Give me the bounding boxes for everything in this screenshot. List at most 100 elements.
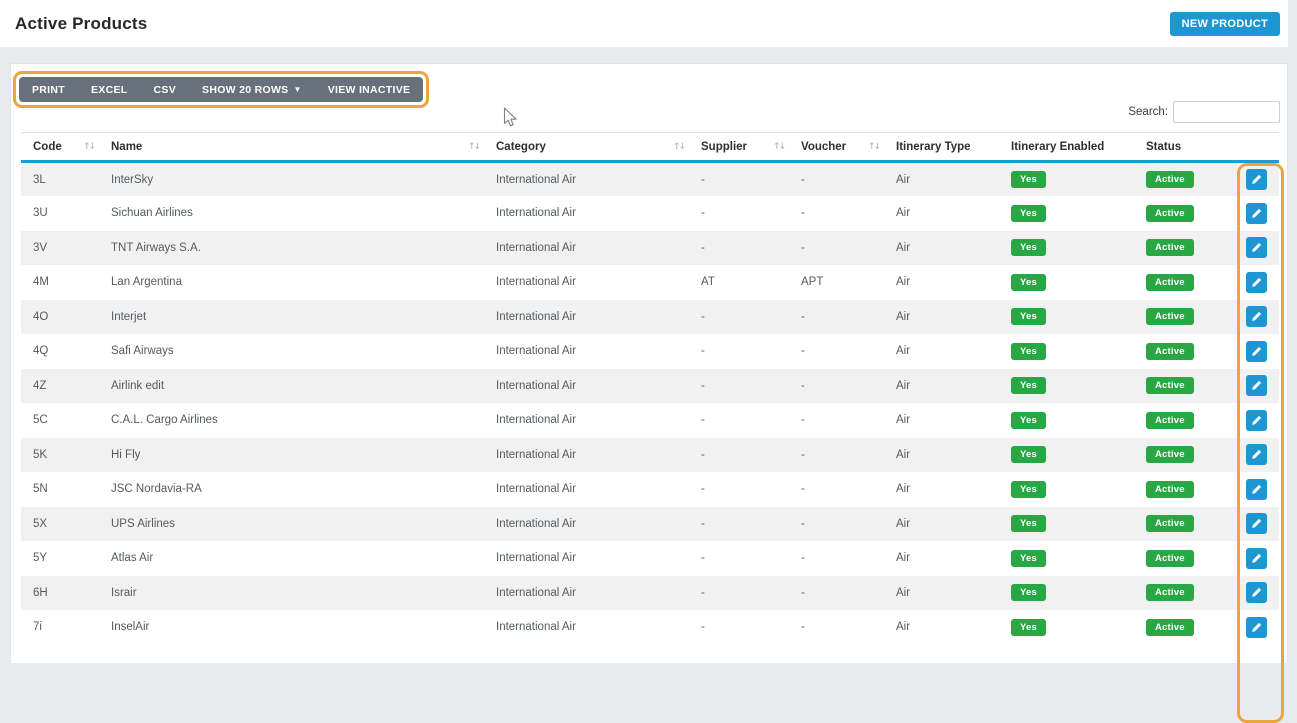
cell-name: C.A.L. Cargo Airlines: [99, 403, 484, 438]
column-header-name[interactable]: Name↑↓: [99, 133, 484, 162]
cell-itinerary-enabled: Yes: [999, 403, 1134, 438]
pencil-icon: [1251, 415, 1262, 426]
table-row: 3VTNT Airways S.A.International Air--Air…: [21, 231, 1279, 266]
edit-button[interactable]: [1246, 272, 1267, 293]
pencil-icon: [1251, 346, 1262, 357]
sort-icon: ↑↓: [868, 142, 879, 152]
status-badge: Active: [1146, 274, 1194, 291]
edit-button[interactable]: [1246, 479, 1267, 500]
edit-button[interactable]: [1246, 237, 1267, 258]
cell-category: International Air: [484, 610, 689, 645]
edit-button[interactable]: [1246, 375, 1267, 396]
cell-itinerary-enabled: Yes: [999, 231, 1134, 266]
column-header-supplier[interactable]: Supplier↑↓: [689, 133, 789, 162]
cell-code: 3U: [21, 196, 99, 231]
cell-category: International Air: [484, 576, 689, 611]
pencil-icon: [1251, 518, 1262, 529]
cell-status: Active: [1134, 403, 1234, 438]
toolbar-button-view-inactive[interactable]: VIEW INACTIVE: [315, 77, 424, 102]
pencil-icon: [1251, 622, 1262, 633]
cell-itinerary-enabled: Yes: [999, 541, 1134, 576]
cell-voucher: -: [789, 438, 884, 473]
cell-voucher: -: [789, 231, 884, 266]
edit-button[interactable]: [1246, 410, 1267, 431]
edit-button[interactable]: [1246, 548, 1267, 569]
cell-itinerary-type: Air: [884, 403, 999, 438]
cell-voucher: -: [789, 369, 884, 404]
cell-code: 4Q: [21, 334, 99, 369]
cell-itinerary-type: Air: [884, 231, 999, 266]
cell-status: Active: [1134, 300, 1234, 335]
cell-category: International Air: [484, 403, 689, 438]
column-header-actions: [1234, 133, 1279, 162]
column-header-code[interactable]: Code↑↓: [21, 133, 99, 162]
products-table: Code↑↓Name↑↓Category↑↓Supplier↑↓ Voucher ↑…: [21, 132, 1279, 645]
column-header-category[interactable]: Category↑↓: [484, 133, 689, 162]
itinerary-enabled-badge: Yes: [1011, 550, 1046, 567]
cell-code: 6H: [21, 576, 99, 611]
toolbar-button-print[interactable]: PRINT: [19, 77, 78, 102]
column-header-label: Voucher: [801, 141, 846, 153]
table-row: 4QSafi AirwaysInternational Air--AirYesA…: [21, 334, 1279, 369]
cell-status: Active: [1134, 369, 1234, 404]
edit-button[interactable]: [1246, 306, 1267, 327]
cell-name: Hi Fly: [99, 438, 484, 473]
toolbar-button-show-20-rows[interactable]: SHOW 20 ROWS▼: [189, 77, 315, 102]
table-toolbar: PRINTEXCELCSVSHOW 20 ROWS▼VIEW INACTIVE: [19, 77, 423, 102]
cell-voucher: -: [789, 162, 884, 197]
cell-category: International Air: [484, 472, 689, 507]
cell-supplier: -: [689, 300, 789, 335]
column-header-label: Code: [33, 141, 62, 153]
cell-itinerary-type: Air: [884, 541, 999, 576]
table-header: Code↑↓Name↑↓Category↑↓Supplier↑↓ Voucher ↑…: [21, 133, 1279, 162]
table-row: 5NJSC Nordavia-RAInternational Air--AirY…: [21, 472, 1279, 507]
edit-button[interactable]: [1246, 203, 1267, 224]
cell-itinerary-enabled: Yes: [999, 576, 1134, 611]
table-row: 4MLan ArgentinaInternational AirATAPTAir…: [21, 265, 1279, 300]
cell-supplier: -: [689, 541, 789, 576]
edit-button[interactable]: [1246, 341, 1267, 362]
cell-name: TNT Airways S.A.: [99, 231, 484, 266]
edit-button[interactable]: [1246, 444, 1267, 465]
cell-supplier: -: [689, 438, 789, 473]
search-input[interactable]: [1173, 101, 1280, 123]
status-badge: Active: [1146, 377, 1194, 394]
itinerary-enabled-badge: Yes: [1011, 515, 1046, 532]
cell-itinerary-enabled: Yes: [999, 162, 1134, 197]
column-header-label: Category: [496, 141, 546, 153]
cell-category: International Air: [484, 507, 689, 542]
edit-button[interactable]: [1246, 582, 1267, 603]
table-row: 5KHi FlyInternational Air--AirYesActive: [21, 438, 1279, 473]
cell-edit: [1234, 162, 1279, 197]
itinerary-enabled-badge: Yes: [1011, 274, 1046, 291]
toolbar-button-excel[interactable]: EXCEL: [78, 77, 141, 102]
pencil-icon: [1251, 587, 1262, 598]
cell-supplier: -: [689, 403, 789, 438]
cell-voucher: -: [789, 576, 884, 611]
edit-button[interactable]: [1246, 617, 1267, 638]
status-badge: Active: [1146, 239, 1194, 256]
cell-category: International Air: [484, 231, 689, 266]
cell-itinerary-type: Air: [884, 196, 999, 231]
search-label: Search:: [1128, 106, 1168, 118]
status-badge: Active: [1146, 308, 1194, 325]
pencil-icon: [1251, 380, 1262, 391]
cell-edit: [1234, 300, 1279, 335]
cell-status: Active: [1134, 231, 1234, 266]
itinerary-enabled-badge: Yes: [1011, 205, 1046, 222]
column-header-voucher[interactable]: Voucher ↑↓: [789, 133, 884, 162]
pencil-icon: [1251, 311, 1262, 322]
cell-category: International Air: [484, 438, 689, 473]
page-header: Active Products NEW PRODUCT: [0, 0, 1288, 47]
cell-supplier: AT: [689, 265, 789, 300]
toolbar-button-csv[interactable]: CSV: [141, 77, 190, 102]
cell-voucher: -: [789, 541, 884, 576]
status-badge: Active: [1146, 584, 1194, 601]
cell-status: Active: [1134, 334, 1234, 369]
edit-button[interactable]: [1246, 169, 1267, 190]
cell-code: 4O: [21, 300, 99, 335]
cell-name: Atlas Air: [99, 541, 484, 576]
cell-category: International Air: [484, 541, 689, 576]
new-product-button[interactable]: NEW PRODUCT: [1170, 12, 1280, 36]
edit-button[interactable]: [1246, 513, 1267, 534]
